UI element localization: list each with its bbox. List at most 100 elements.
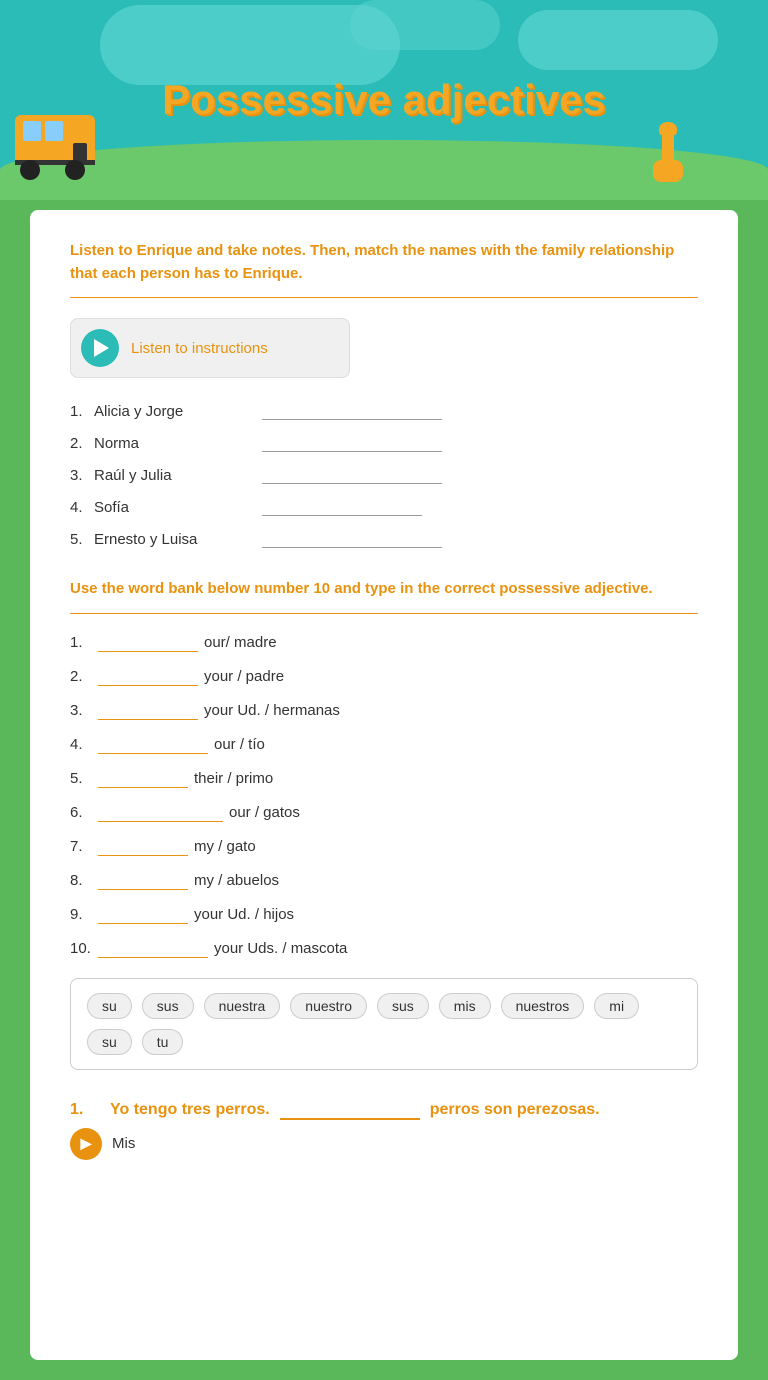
fill-blank[interactable]	[98, 634, 198, 652]
fill-blank[interactable]	[98, 838, 188, 856]
item-num: 8.	[70, 872, 98, 889]
item-num: 3.	[70, 702, 98, 719]
item-name: Norma	[94, 435, 254, 452]
word-chip[interactable]: nuestra	[204, 993, 281, 1019]
fill-blank[interactable]	[98, 940, 208, 958]
hint-circle: ▶	[70, 1128, 102, 1160]
header: Possessive adjectives	[0, 0, 768, 200]
audio-label: Listen to instructions	[131, 340, 268, 357]
section1: Listen to Enrique and take notes. Then, …	[70, 240, 698, 548]
item-label: their / primo	[194, 770, 273, 787]
section2: Use the word bank below number 10 and ty…	[70, 578, 698, 1070]
word-bank: su sus nuestra nuestro sus mis nuestros …	[70, 978, 698, 1070]
item-label: my / abuelos	[194, 872, 279, 889]
fill-list-item: 1. our/ madre	[70, 634, 698, 652]
bus-illustration	[10, 110, 100, 180]
section2-instruction: Use the word bank below number 10 and ty…	[70, 578, 698, 601]
fill-list-item: 8. my / abuelos	[70, 872, 698, 890]
item-label: our/ madre	[204, 634, 277, 651]
sentence-num: 1.	[70, 1101, 100, 1119]
hint-icon: ▶	[81, 1135, 92, 1152]
item-num: 6.	[70, 804, 98, 821]
cloud-decoration	[518, 10, 718, 70]
item-num: 9.	[70, 906, 98, 923]
item-num: 5.	[70, 770, 98, 787]
item-label: your Ud. / hijos	[194, 906, 294, 923]
item-num: 4.	[70, 736, 98, 753]
item-num: 1.	[70, 634, 98, 651]
sentence-suffix: perros son perezosas.	[430, 1101, 600, 1119]
fill-list-item: 6. our / gatos	[70, 804, 698, 822]
name-list-item: 2. Norma	[70, 434, 698, 452]
answer-line	[262, 498, 422, 516]
section1-instruction: Listen to Enrique and take notes. Then, …	[70, 240, 698, 285]
item-label: your / padre	[204, 668, 284, 685]
sentence-blank[interactable]	[280, 1100, 420, 1120]
answer-line	[262, 434, 442, 452]
fill-blank[interactable]	[98, 804, 223, 822]
cloud-decoration	[350, 0, 500, 50]
word-chip[interactable]: mis	[439, 993, 491, 1019]
divider2	[70, 613, 698, 614]
answer-line	[262, 402, 442, 420]
item-label: your Ud. / hermanas	[204, 702, 340, 719]
word-chip[interactable]: su	[87, 993, 132, 1019]
item-num: 1.	[70, 403, 94, 420]
fill-list-item: 10. your Uds. / mascota	[70, 940, 698, 958]
answer-hint-row: ▶ Mis	[70, 1128, 698, 1160]
item-label: our / tío	[214, 736, 265, 753]
item-name: Sofía	[94, 499, 254, 516]
word-chip[interactable]: sus	[377, 993, 429, 1019]
item-num: 10.	[70, 940, 98, 957]
item-num: 5.	[70, 531, 94, 548]
fill-blank[interactable]	[98, 872, 188, 890]
sentence-prefix: Yo tengo tres perros.	[110, 1101, 270, 1119]
main-content: Listen to Enrique and take notes. Then, …	[30, 210, 738, 1360]
name-list-item: 3. Raúl y Julia	[70, 466, 698, 484]
fill-list-item: 9. your Ud. / hijos	[70, 906, 698, 924]
giraffe-illustration	[648, 122, 688, 182]
play-triangle	[94, 339, 109, 357]
fill-blank[interactable]	[98, 770, 188, 788]
fill-blank[interactable]	[98, 906, 188, 924]
item-label: my / gato	[194, 838, 256, 855]
sentence-row: 1. Yo tengo tres perros. perros son pere…	[70, 1100, 698, 1120]
answer-line	[262, 466, 442, 484]
name-list-item: 4. Sofía	[70, 498, 698, 516]
play-icon	[81, 329, 119, 367]
audio-button[interactable]: Listen to instructions	[70, 318, 350, 378]
fill-list-item: 5. their / primo	[70, 770, 698, 788]
fill-list-item: 3. your Ud. / hermanas	[70, 702, 698, 720]
item-name: Ernesto y Luisa	[94, 531, 254, 548]
word-chip[interactable]: nuestros	[501, 993, 585, 1019]
fill-blank[interactable]	[98, 736, 208, 754]
item-num: 4.	[70, 499, 94, 516]
fill-blank[interactable]	[98, 702, 198, 720]
fill-list-item: 4. our / tío	[70, 736, 698, 754]
divider1	[70, 297, 698, 298]
page-title: Possessive adjectives	[162, 76, 606, 124]
item-label: our / gatos	[229, 804, 300, 821]
name-list: 1. Alicia y Jorge 2. Norma 3. Raúl y Jul…	[70, 402, 698, 548]
name-list-item: 5. Ernesto y Luisa	[70, 530, 698, 548]
item-num: 2.	[70, 668, 98, 685]
name-list-item: 1. Alicia y Jorge	[70, 402, 698, 420]
item-label: your Uds. / mascota	[214, 940, 347, 957]
item-name: Raúl y Julia	[94, 467, 254, 484]
fill-list-item: 7. my / gato	[70, 838, 698, 856]
fill-blank[interactable]	[98, 668, 198, 686]
word-chip[interactable]: tu	[142, 1029, 184, 1055]
word-chip[interactable]: su	[87, 1029, 132, 1055]
word-chip[interactable]: nuestro	[290, 993, 367, 1019]
fill-list: 1. our/ madre 2. your / padre 3. your Ud…	[70, 634, 698, 958]
item-num: 2.	[70, 435, 94, 452]
fill-list-item: 2. your / padre	[70, 668, 698, 686]
hint-text: Mis	[112, 1135, 135, 1152]
word-chip[interactable]: sus	[142, 993, 194, 1019]
item-num: 3.	[70, 467, 94, 484]
item-name: Alicia y Jorge	[94, 403, 254, 420]
section3: 1. Yo tengo tres perros. perros son pere…	[70, 1100, 698, 1160]
word-chip[interactable]: mi	[594, 993, 639, 1019]
item-num: 7.	[70, 838, 98, 855]
answer-line	[262, 530, 442, 548]
